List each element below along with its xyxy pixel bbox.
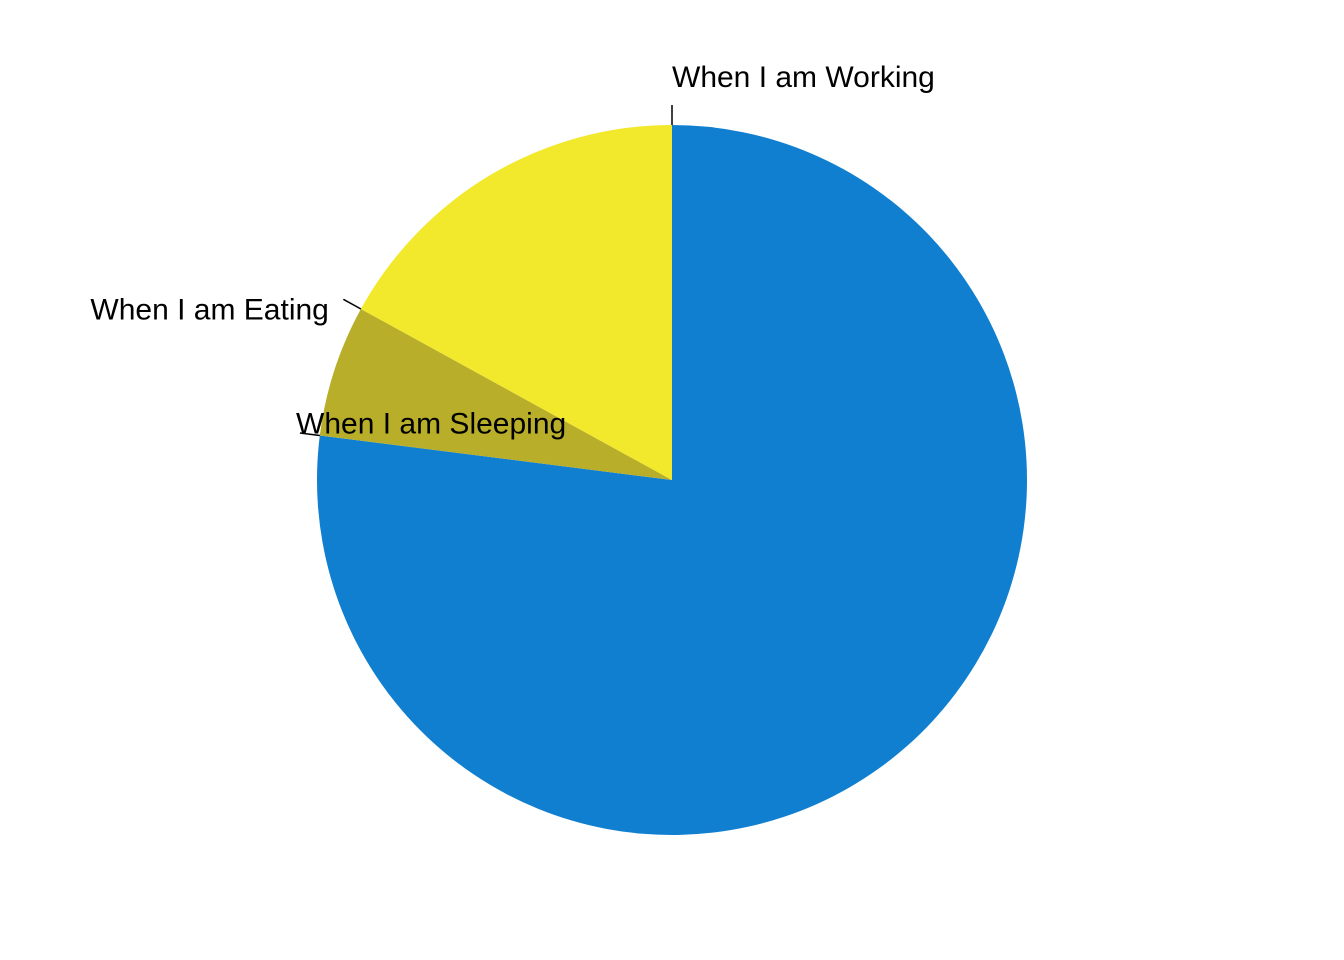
leader-line	[343, 298, 362, 310]
pie-slices	[317, 125, 1028, 836]
chart-canvas: When I am Working When I am Sleeping When …	[0, 0, 1344, 960]
slice-label: When I am Eating	[90, 294, 328, 327]
pie-chart: When I am Working When I am Sleeping When …	[90, 61, 1028, 836]
slice-label: When I am Working	[672, 61, 935, 94]
slice-label: When I am Sleeping	[296, 407, 566, 440]
